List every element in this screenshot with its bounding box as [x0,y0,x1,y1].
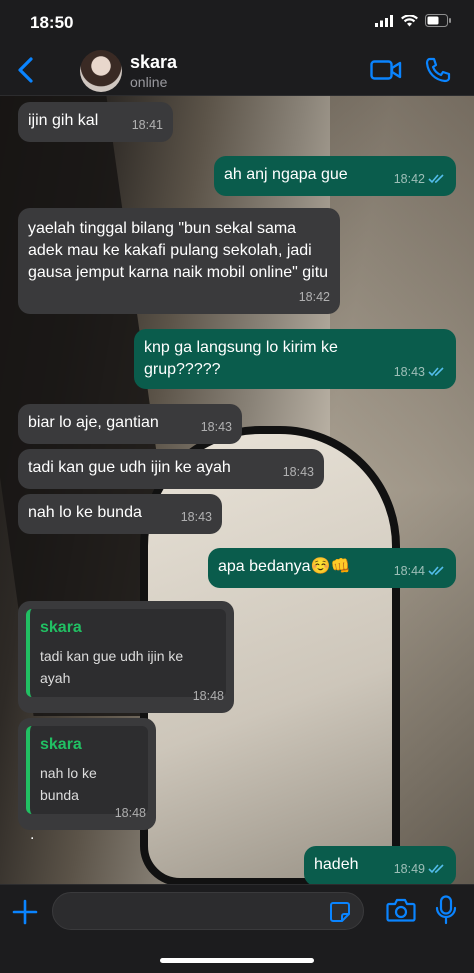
message-text: nah lo ke bunda [28,504,142,521]
message-time: 18:48 [192,689,224,703]
message-incoming[interactable]: nah lo ke bunda 18:43 [18,494,222,534]
quoted-message[interactable]: skara tadi kan gue udh ijin ke ayah [26,609,226,697]
message-time: 18:48 [114,806,146,820]
status-icons [375,14,452,27]
message-outgoing[interactable]: hadeh 18:49 [304,846,456,884]
home-indicator[interactable] [160,958,314,963]
sticker-icon[interactable] [329,901,351,923]
message-time: 18:43 [282,465,314,479]
message-text: knp ga langsung lo kirim ke grup????? [144,339,338,378]
message-input[interactable] [52,892,364,930]
message-incoming-reply[interactable]: skara nah lo ke bunda . 18:48 [18,718,156,843]
message-text: tadi kan gue udh ijin ke ayah [28,459,231,476]
message-outgoing[interactable]: ah anj ngapa gue 18:42 [214,156,456,196]
camera-icon[interactable] [386,897,416,923]
chevron-left-icon[interactable] [14,56,40,84]
quoted-sender: skara [40,619,82,636]
message-time: 18:43 [180,510,212,524]
message-time: 18:49 [393,862,425,876]
message-text: ah anj ngapa gue [224,166,348,183]
quoted-text: tadi kan gue udh ijin ke ayah [40,648,184,686]
quoted-sender: skara [40,736,82,753]
message-time: 18:43 [393,365,425,379]
chat-header: skara online [0,44,474,96]
message-meta: 18:42 [394,168,446,190]
double-check-icon [428,864,444,874]
status-bar: 18:50 [0,0,474,44]
status-time: 18:50 [30,13,74,32]
contact-status: online [130,74,168,90]
microphone-icon[interactable] [434,895,458,925]
message-incoming[interactable]: tadi kan gue udh ijin ke ayah 18:43 [18,449,324,489]
message-outgoing[interactable]: apa bedanya☺️👊 18:44 [208,548,456,588]
phone-icon[interactable] [424,56,452,84]
wifi-icon [401,14,418,26]
message-text: apa bedanya☺️👊 [218,558,351,575]
battery-icon [425,14,451,27]
message-time: 18:41 [131,118,163,132]
chat-area[interactable]: ijin gih kal 18:41 ah anj ngapa gue 18:4… [0,96,474,884]
contact-name[interactable]: skara [130,52,177,73]
message-outgoing[interactable]: knp ga langsung lo kirim ke grup????? 18… [134,329,456,389]
video-call-icon[interactable] [370,58,402,82]
message-incoming[interactable]: biar lo aje, gantian 18:43 [18,404,242,444]
message-incoming[interactable]: ijin gih kal 18:41 [18,102,173,142]
quoted-text: nah lo ke bunda [40,765,97,803]
message-text: biar lo aje, gantian [28,414,159,431]
message-meta: 18:49 [394,858,446,880]
message-text: ijin gih kal [28,112,99,129]
message-time: 18:42 [298,290,330,304]
quoted-message[interactable]: skara nah lo ke bunda [26,726,148,814]
message-text: hadeh [314,856,359,873]
signal-icon [375,14,393,27]
input-bar [0,884,474,973]
double-check-icon [428,566,444,576]
plus-icon[interactable] [12,899,38,925]
double-check-icon [428,367,444,377]
message-meta: 18:43 [394,361,446,383]
double-check-icon [428,174,444,184]
message-text: yaelah tinggal bilang "bun sekal sama ad… [28,220,329,281]
message-incoming[interactable]: yaelah tinggal bilang "bun sekal sama ad… [18,208,340,314]
message-time: 18:42 [393,172,425,186]
message-incoming-reply[interactable]: skara tadi kan gue udh ijin ke ayah . 18… [18,601,234,726]
message-meta: 18:44 [394,560,446,582]
message-time: 18:43 [200,420,232,434]
message-time: 18:44 [393,564,425,578]
avatar[interactable] [80,50,122,92]
